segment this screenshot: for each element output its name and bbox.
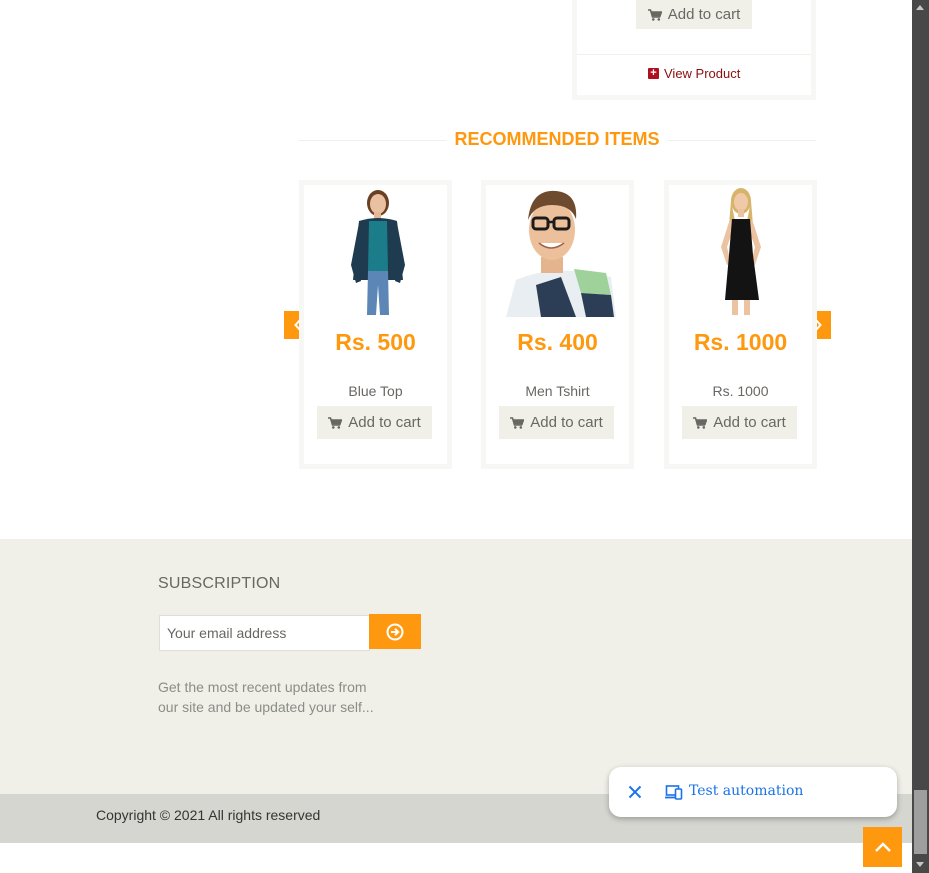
scroll-to-top-button[interactable] bbox=[863, 827, 902, 867]
subscription-title: SUBSCRIPTION bbox=[158, 575, 281, 592]
scrollbar-thumb[interactable] bbox=[914, 790, 927, 854]
recommended-product-card: Rs. 400 Men Tshirt Add to cart bbox=[481, 180, 634, 469]
subscription-email-input[interactable] bbox=[159, 615, 370, 651]
product-price: Rs. 500 bbox=[335, 329, 416, 355]
recommended-product-card: Rs. 500 Blue Top Add to cart bbox=[299, 180, 452, 469]
view-product-link[interactable]: + View Product bbox=[648, 66, 740, 81]
recommended-items-heading: RECOMMENDED ITEMS bbox=[298, 126, 816, 154]
copyright-text: Copyright © 2021 All rights reserved bbox=[96, 807, 321, 823]
add-to-cart-label: Add to cart bbox=[713, 414, 786, 431]
add-to-cart-button[interactable]: Add to cart bbox=[499, 406, 614, 439]
add-to-cart-label: Add to cart bbox=[348, 414, 421, 431]
product-image bbox=[669, 185, 812, 317]
chevron-up-icon bbox=[874, 842, 891, 852]
subscription-description: Get the most recent updates from our sit… bbox=[158, 679, 374, 715]
product-card-partial: Add to cart + View Product bbox=[572, 0, 816, 100]
product-name: Rs. 1000 bbox=[712, 383, 769, 399]
shopping-cart-icon bbox=[693, 416, 708, 429]
footer-widget-area bbox=[0, 539, 912, 794]
test-automation-link[interactable]: Test automation bbox=[689, 783, 803, 799]
divider bbox=[577, 54, 811, 55]
arrow-circle-right-icon bbox=[386, 623, 404, 640]
add-to-cart-label: Add to cart bbox=[530, 414, 603, 431]
devices-icon bbox=[665, 785, 683, 800]
plus-square-icon: + bbox=[648, 68, 659, 79]
add-to-cart-button[interactable]: Add to cart bbox=[682, 406, 797, 439]
scrollbar-up-arrow[interactable] bbox=[916, 5, 924, 10]
shopping-cart-icon bbox=[510, 416, 525, 429]
view-product-label: View Product bbox=[664, 66, 741, 81]
recommended-product-card: Rs. 1000 Rs. 1000 Add to cart bbox=[664, 180, 817, 469]
scrollbar-down-arrow[interactable] bbox=[916, 862, 924, 867]
shopping-cart-icon bbox=[647, 8, 662, 21]
product-name: Men Tshirt bbox=[525, 383, 590, 399]
shopping-cart-icon bbox=[328, 416, 343, 429]
recommended-title: RECOMMENDED ITEMS bbox=[446, 129, 668, 150]
add-to-cart-label: Add to cart bbox=[667, 6, 741, 23]
product-image bbox=[304, 185, 447, 317]
product-price: Rs. 1000 bbox=[693, 329, 788, 355]
add-to-cart-button[interactable]: Add to cart bbox=[636, 0, 752, 29]
add-to-cart-button[interactable]: Add to cart bbox=[317, 406, 432, 439]
product-name: Blue Top bbox=[348, 383, 403, 399]
page-scrollbar[interactable] bbox=[912, 0, 929, 873]
test-automation-toast: Test automation bbox=[609, 767, 897, 817]
product-image bbox=[486, 185, 629, 317]
product-price: Rs. 400 bbox=[517, 329, 598, 355]
close-icon[interactable] bbox=[625, 782, 645, 802]
subscribe-button[interactable] bbox=[369, 614, 421, 649]
